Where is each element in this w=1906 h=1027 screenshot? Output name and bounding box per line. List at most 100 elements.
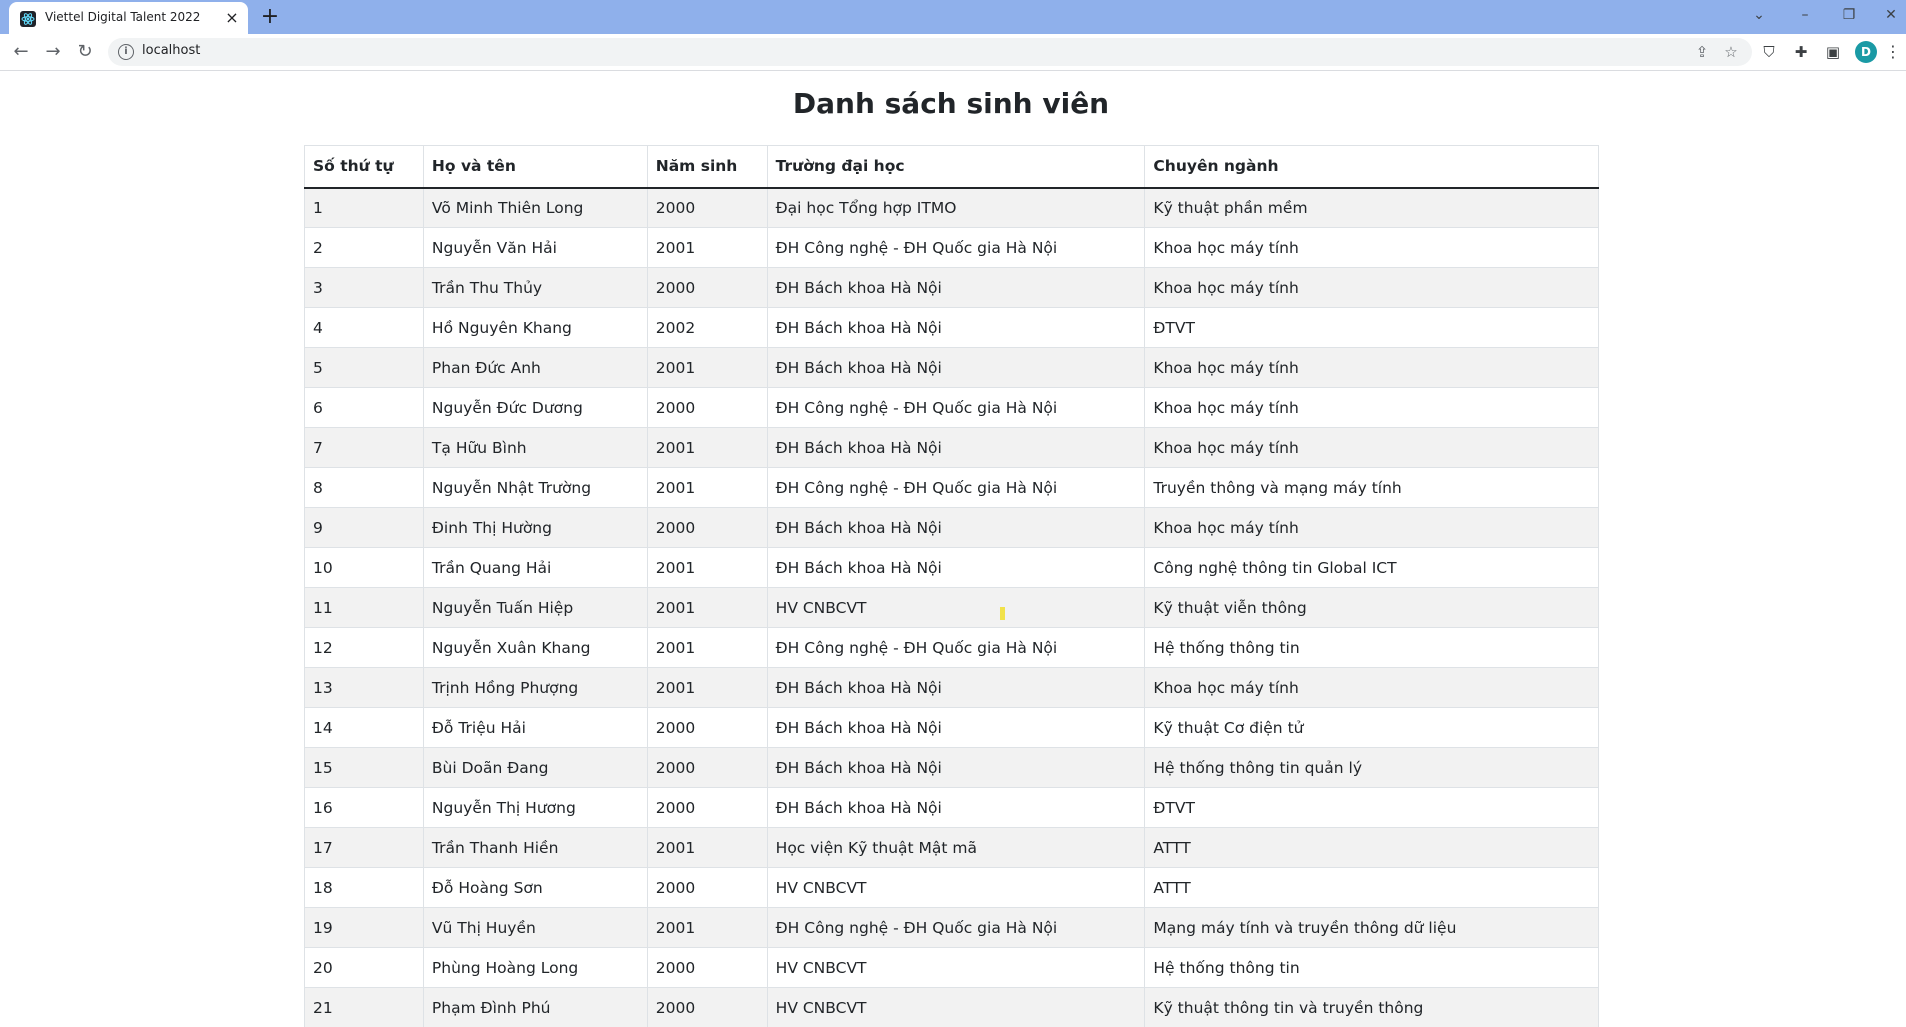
site-info-icon[interactable]: i <box>118 44 134 60</box>
cell-birth-year: 2001 <box>646 587 768 628</box>
back-icon[interactable]: ← <box>8 39 34 65</box>
cell-birth-year: 2001 <box>646 547 768 588</box>
cell-major: Hệ thống thông tin <box>1144 627 1599 668</box>
table-row: 7 Tạ Hữu Bình 2001 ĐH Bách khoa Hà Nội Khoa … <box>304 427 1599 468</box>
table-row: 19 Vũ Thị Huyền 2001 ĐH Công nghệ - ĐH Quốc… <box>304 907 1599 948</box>
table-row: 5 Phan Đức Anh 2001 ĐH Bách khoa Hà Nội Khoa… <box>304 347 1599 388</box>
cell-university: ĐH Bách khoa Hà Nội <box>766 787 1146 828</box>
table-header-row: Số thứ tự Họ và tên Năm sinh Trường đại học… <box>304 145 1599 189</box>
student-table: Số thứ tự Họ và tên Năm sinh Trường đại học… <box>304 145 1599 1027</box>
tab-search-icon[interactable]: ⌄ <box>1744 4 1774 26</box>
share-icon[interactable]: ⇪ <box>1691 41 1713 63</box>
profile-avatar[interactable]: D <box>1855 41 1877 63</box>
bookmark-star-icon[interactable]: ☆ <box>1720 41 1742 63</box>
table-row: 1 Võ Minh Thiên Long 2000 Đại học Tổng hợp … <box>304 187 1599 228</box>
cell-birth-year: 2000 <box>646 507 768 548</box>
cell-university: ĐH Bách khoa Hà Nội <box>766 507 1146 548</box>
extension-icon[interactable]: ⛉ <box>1758 41 1780 63</box>
cell-birth-year: 2001 <box>646 907 768 948</box>
column-header: Năm sinh <box>646 145 768 189</box>
cell-name: Nguyễn Tuấn Hiệp <box>422 587 648 628</box>
forward-icon[interactable]: → <box>40 39 66 65</box>
table-row: 3 Trần Thu Thủy 2000 ĐH Bách khoa Hà Nội Kho… <box>304 267 1599 308</box>
cell-name: Bùi Doãn Đang <box>422 747 648 788</box>
tab-close-icon[interactable]: × <box>223 9 241 27</box>
cell-university: ĐH Công nghệ - ĐH Quốc gia Hà Nội <box>766 387 1146 428</box>
cell-name: Hồ Nguyên Khang <box>422 307 648 348</box>
more-menu-icon[interactable]: ⋮ <box>1885 41 1901 63</box>
side-panel-icon[interactable]: ▣ <box>1822 41 1844 63</box>
close-window-icon[interactable]: ✕ <box>1876 4 1906 26</box>
cell-index: 4 <box>304 307 424 348</box>
table-row: 20 Phùng Hoàng Long 2000 HV CNBCVT Hệ thống … <box>304 947 1599 988</box>
page-title: Danh sách sinh viên <box>792 87 1110 120</box>
reload-icon[interactable]: ↻ <box>72 39 98 65</box>
cell-birth-year: 2000 <box>646 747 768 788</box>
cell-birth-year: 2001 <box>646 427 768 468</box>
cell-name: Phùng Hoàng Long <box>422 947 648 988</box>
cell-birth-year: 2001 <box>646 667 768 708</box>
cell-major: Kỹ thuật phần mềm <box>1144 187 1599 228</box>
cell-major: Kỹ thuật thông tin và truyền thông <box>1144 987 1599 1027</box>
cell-name: Trần Thanh Hiền <box>422 827 648 868</box>
table-row: 4 Hồ Nguyên Khang 2002 ĐH Bách khoa Hà Nội Đ… <box>304 307 1599 348</box>
minimize-icon[interactable]: – <box>1790 4 1820 26</box>
table-row: 10 Trần Quang Hải 2001 ĐH Bách khoa Hà Nội C… <box>304 547 1599 588</box>
cell-university: ĐH Công nghệ - ĐH Quốc gia Hà Nội <box>766 467 1146 508</box>
cell-major: Công nghệ thông tin Global ICT <box>1144 547 1599 588</box>
cell-index: 10 <box>304 547 424 588</box>
cell-index: 8 <box>304 467 424 508</box>
cell-major: Khoa học máy tính <box>1144 507 1599 548</box>
cell-university: ĐH Công nghệ - ĐH Quốc gia Hà Nội <box>766 227 1146 268</box>
cell-birth-year: 2000 <box>646 947 768 988</box>
cell-birth-year: 2000 <box>646 267 768 308</box>
cell-name: Vũ Thị Huyền <box>422 907 648 948</box>
browser-tab[interactable]: Viettel Digital Talent 2022 × <box>9 2 248 34</box>
table-row: 6 Nguyễn Đức Dương 2000 ĐH Công nghệ - ĐH Q… <box>304 387 1599 428</box>
table-row: 11 Nguyễn Tuấn Hiệp 2001 HV CNBCVT Kỹ thuật … <box>304 587 1599 628</box>
cell-major: ATTT <box>1144 827 1599 868</box>
cell-birth-year: 2000 <box>646 187 768 228</box>
cell-index: 9 <box>304 507 424 548</box>
text-cursor-highlight <box>1000 607 1005 620</box>
cell-birth-year: 2000 <box>646 387 768 428</box>
table-row: 15 Bùi Doãn Đang 2000 ĐH Bách khoa Hà Nội Hệ… <box>304 747 1599 788</box>
cell-major: Kỹ thuật viễn thông <box>1144 587 1599 628</box>
address-bar[interactable]: i localhost ⇪ ☆ <box>108 38 1752 66</box>
page-content: Danh sách sinh viên Số thứ tự Họ và tên Nă… <box>0 71 1906 1027</box>
cell-name: Trần Thu Thủy <box>422 267 648 308</box>
cell-index: 17 <box>304 827 424 868</box>
cell-birth-year: 2000 <box>646 987 768 1027</box>
cell-name: Tạ Hữu Bình <box>422 427 648 468</box>
cell-birth-year: 2001 <box>646 827 768 868</box>
cell-index: 16 <box>304 787 424 828</box>
cell-name: Đỗ Hoàng Sơn <box>422 867 648 908</box>
puzzle-icon[interactable]: ✚ <box>1790 41 1812 63</box>
cell-birth-year: 2000 <box>646 867 768 908</box>
table-row: 21 Phạm Đình Phú 2000 HV CNBCVT Kỹ thuật thô… <box>304 987 1599 1027</box>
table-row: 9 Đinh Thị Hường 2000 ĐH Bách khoa Hà Nội Kh… <box>304 507 1599 548</box>
tab-title: Viettel Digital Talent 2022 <box>45 10 201 24</box>
react-logo-icon <box>20 11 36 27</box>
cell-university: HV CNBCVT <box>766 987 1146 1027</box>
cell-name: Nguyễn Văn Hải <box>422 227 648 268</box>
cell-major: Khoa học máy tính <box>1144 667 1599 708</box>
cell-index: 12 <box>304 627 424 668</box>
url-text[interactable]: localhost <box>142 43 200 58</box>
table-row: 16 Nguyễn Thị Hương 2000 ĐH Bách khoa Hà Nộ… <box>304 787 1599 828</box>
cell-major: ĐTVT <box>1144 307 1599 348</box>
cell-major: ATTT <box>1144 867 1599 908</box>
cell-university: ĐH Bách khoa Hà Nội <box>766 667 1146 708</box>
cell-university: ĐH Công nghệ - ĐH Quốc gia Hà Nội <box>766 907 1146 948</box>
cell-major: Truyền thông và mạng máy tính <box>1144 467 1599 508</box>
restore-icon[interactable]: ❐ <box>1834 4 1864 26</box>
cell-major: Hệ thống thông tin quản lý <box>1144 747 1599 788</box>
cell-name: Nguyễn Đức Dương <box>422 387 648 428</box>
cell-index: 15 <box>304 747 424 788</box>
cell-major: Khoa học máy tính <box>1144 427 1599 468</box>
new-tab-button[interactable]: + <box>258 5 282 29</box>
cell-major: Hệ thống thông tin <box>1144 947 1599 988</box>
cell-index: 1 <box>304 187 424 228</box>
table-row: 18 Đỗ Hoàng Sơn 2000 HV CNBCVT ATTT <box>304 867 1599 908</box>
cell-name: Trịnh Hồng Phượng <box>422 667 648 708</box>
